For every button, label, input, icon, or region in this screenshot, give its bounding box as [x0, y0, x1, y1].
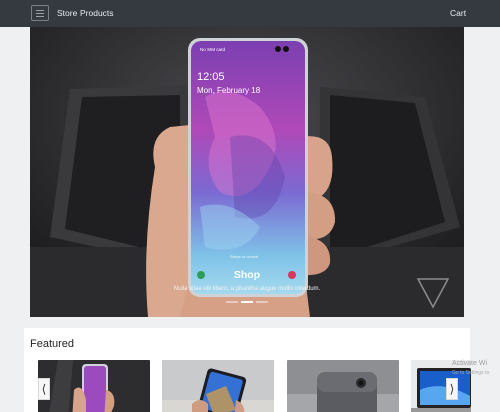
product-card-2-image[interactable] — [162, 360, 274, 412]
nav-store-link[interactable]: Store — [57, 8, 77, 18]
product-card-4-image[interactable] — [411, 360, 471, 412]
hero-carousel[interactable]: No SIM card 12:05 Mon, February 18 Swipe… — [30, 27, 464, 317]
phone-swipe-text: Swipe to unlock — [230, 254, 259, 259]
activate-windows-watermark: Activate Wi — [452, 360, 488, 367]
hero-caption-text: Nulla vitae elit libero, a pharetra augu… — [173, 286, 321, 292]
nav-products-link[interactable]: Products — [80, 8, 114, 18]
product-card-3-image[interactable] — [287, 360, 399, 412]
hero-caption-title: Shop — [233, 269, 261, 281]
carousel-indicators — [226, 301, 268, 303]
product-card-1-image[interactable] — [38, 360, 150, 412]
indicator-1[interactable] — [226, 301, 238, 303]
phone-date-text: Mon, February 18 — [197, 86, 261, 95]
activate-windows-subtext: Go to Settings to — [452, 370, 490, 376]
menu-toggle-button[interactable] — [31, 5, 49, 21]
indicator-3[interactable] — [256, 301, 268, 303]
featured-title: Featured — [30, 338, 75, 350]
indicator-2[interactable] — [241, 301, 253, 303]
featured-section: Featured — [24, 328, 471, 412]
phone-time-text: 12:05 — [197, 71, 225, 83]
phone-status-text: No SIM card — [200, 47, 226, 52]
nav-cart-link[interactable]: Cart — [450, 8, 466, 18]
navbar: Store Products Cart — [0, 0, 500, 27]
hamburger-icon — [36, 10, 44, 11]
featured-prev-button[interactable]: ⟨ — [38, 378, 50, 400]
featured-next-button[interactable]: ⟩ — [446, 378, 458, 400]
